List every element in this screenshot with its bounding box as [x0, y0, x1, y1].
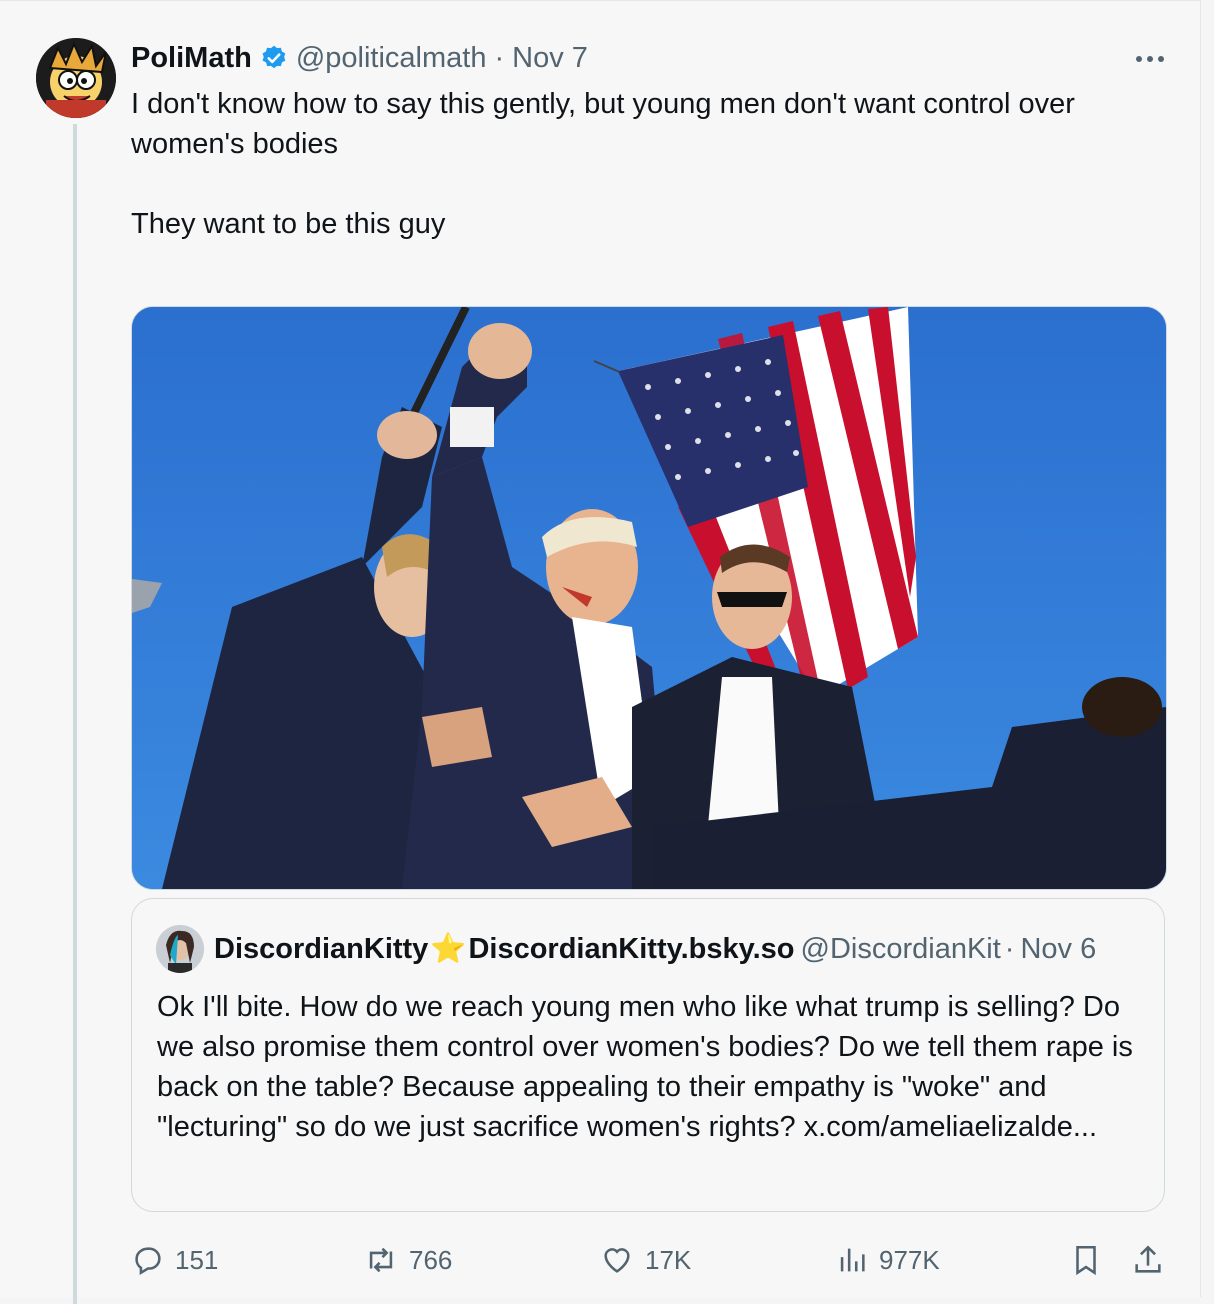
tweet-photo[interactable]	[131, 306, 1167, 890]
views-count: 977K	[879, 1244, 940, 1275]
reply-button[interactable]: 151	[131, 1236, 218, 1284]
repost-button[interactable]: 766	[363, 1236, 452, 1284]
separator-dot: ·	[1004, 932, 1015, 965]
reply-count: 151	[175, 1244, 219, 1275]
like-button[interactable]: 17K	[599, 1236, 691, 1284]
verified-badge-icon	[260, 44, 288, 72]
photo-illustration	[132, 307, 1166, 889]
quoted-tweet-text: Ok I'll bite. How do we reach young men …	[157, 991, 1133, 1143]
tweet-date[interactable]: Nov 7	[512, 42, 588, 75]
bookmark-icon	[1076, 1245, 1096, 1276]
tweet-actions-bar: 151 766 17K 977K	[131, 1236, 1171, 1284]
like-count: 17K	[645, 1244, 692, 1275]
share-icon	[1135, 1245, 1161, 1273]
author-name[interactable]: PoliMath	[131, 42, 252, 75]
star-icon: ⭐	[430, 933, 467, 965]
quoted-tweet-header: DiscordianKitty ⭐ DiscordianKitty.bsky.s…	[156, 925, 1096, 973]
quoted-tweet-date[interactable]: Nov 6	[1020, 933, 1096, 966]
bookmark-button[interactable]	[1069, 1236, 1113, 1284]
tweet-text-line1: I don't know how to say this gently, but…	[131, 88, 1075, 160]
tweet-text-line2: They want to be this guy	[131, 208, 446, 240]
repost-count: 766	[409, 1244, 453, 1275]
avatar-cartoon-icon	[36, 38, 116, 118]
quoted-author-display-suffix[interactable]: DiscordianKitty.bsky.so	[468, 933, 794, 966]
share-button[interactable]	[1131, 1236, 1175, 1284]
quoted-author-avatar[interactable]	[156, 925, 204, 973]
reply-icon	[135, 1247, 161, 1276]
tweet-header: PoliMath @politicalmath · Nov 7	[131, 38, 588, 78]
heart-icon	[604, 1248, 630, 1273]
views-chart-icon	[840, 1248, 865, 1272]
author-avatar[interactable]	[36, 38, 116, 118]
thread-line	[73, 124, 77, 1304]
quoted-author-name[interactable]: DiscordianKitty	[214, 933, 428, 966]
separator-dot: ·	[494, 41, 505, 74]
quoted-author-handle[interactable]: @DiscordianKit	[801, 933, 1001, 966]
author-handle[interactable]: @politicalmath	[296, 42, 487, 75]
quoted-tweet[interactable]: DiscordianKitty ⭐ DiscordianKitty.bsky.s…	[131, 898, 1165, 1212]
avatar-photo-icon	[156, 925, 204, 973]
repost-icon	[369, 1247, 393, 1273]
views-button[interactable]: 977K	[835, 1236, 940, 1284]
tweet-text: I don't know how to say this gently, but…	[131, 84, 1171, 244]
more-options-icon[interactable]	[1130, 44, 1170, 74]
